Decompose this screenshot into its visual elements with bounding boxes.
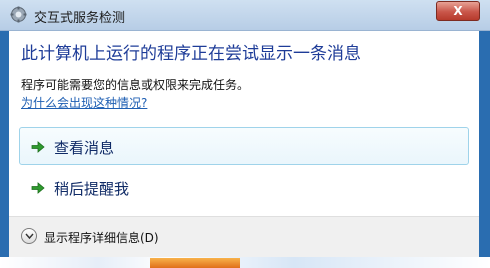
show-details-label[interactable]: 显示程序详细信息(D)	[44, 229, 159, 246]
main-instruction: 此计算机上运行的程序正在尝试显示一条消息	[21, 44, 361, 64]
chevron-down-icon	[25, 233, 34, 240]
remind-later-button[interactable]: 稍后提醒我	[19, 168, 469, 206]
green-arrow-icon	[30, 180, 46, 196]
show-details-toggle[interactable]	[21, 228, 37, 244]
close-button[interactable]: X	[436, 1, 480, 21]
view-message-label: 查看消息	[54, 139, 115, 157]
window-title: 交互式服务检测	[34, 11, 126, 26]
dialog-footer: 显示程序详细信息(D)	[9, 216, 479, 257]
why-link[interactable]: 为什么会出现这种情况?	[21, 94, 147, 111]
desktop-background-strip	[0, 257, 490, 268]
remind-later-label: 稍后提醒我	[54, 180, 130, 198]
info-text: 程序可能需要您的信息或权限来完成任务。	[21, 78, 250, 92]
green-arrow-icon	[30, 139, 46, 155]
taskbar-highlight	[150, 258, 240, 268]
view-message-button[interactable]: 查看消息	[19, 127, 469, 165]
title-bar[interactable]: 交互式服务检测 X	[0, 0, 490, 31]
interactive-services-icon	[10, 6, 27, 23]
